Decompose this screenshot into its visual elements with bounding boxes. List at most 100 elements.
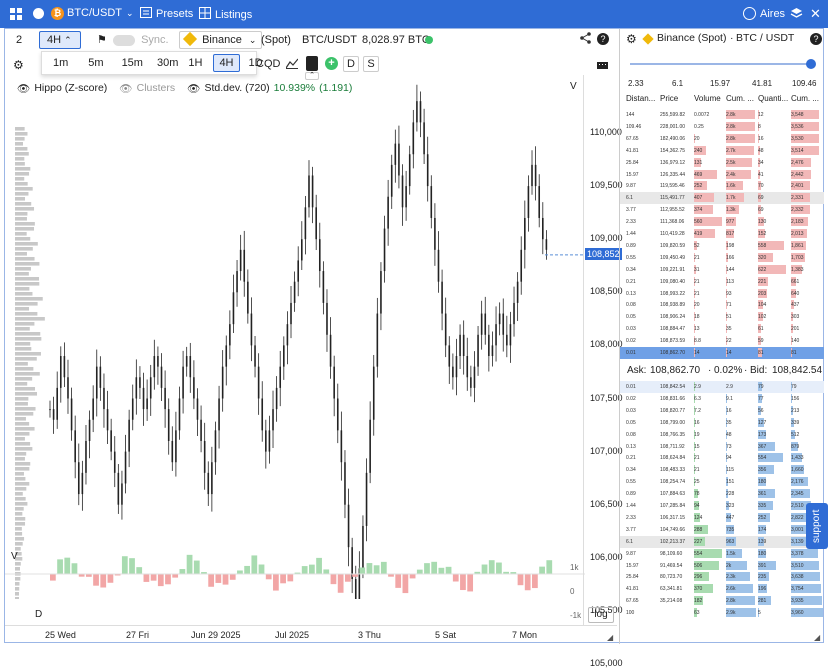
- col-header-quantity[interactable]: Quanti...: [758, 94, 788, 103]
- depth-slider[interactable]: [630, 59, 816, 69]
- bid-row[interactable]: 0.34108,483.33211153561,660: [620, 464, 824, 476]
- timeframe-option-5m[interactable]: 5m: [83, 55, 108, 71]
- timeframe-option-1d[interactable]: 1D: [244, 55, 268, 71]
- close-icon[interactable]: ✕: [810, 6, 821, 22]
- bid-row[interactable]: 0.01108,842.542.92.97979: [620, 381, 824, 393]
- bid-row[interactable]: 0.89107,884.63782283612,345: [620, 488, 824, 500]
- add-indicator-icon[interactable]: +: [325, 57, 338, 70]
- line-chart-icon[interactable]: [286, 58, 298, 72]
- ob-cell: 2.9: [694, 384, 701, 390]
- price-chart[interactable]: [5, 75, 585, 599]
- document-icon[interactable]: [306, 56, 318, 71]
- ask-row[interactable]: 0.08108,938.892071104437: [620, 299, 824, 311]
- user-account-button[interactable]: Aires: [743, 7, 785, 20]
- timeframe-option-1h[interactable]: 1H: [183, 55, 207, 71]
- candle-body: [107, 409, 109, 430]
- ask-row[interactable]: 0.89109,820.59521985581,861: [620, 240, 824, 252]
- s-button[interactable]: S: [363, 56, 379, 72]
- ask-row[interactable]: 0.02108,873.598.82259140: [620, 335, 824, 347]
- bid-row[interactable]: 15.9791,469.545062k3913,510: [620, 560, 824, 572]
- listings-button[interactable]: Listings: [199, 7, 252, 22]
- slider-thumb[interactable]: [806, 59, 816, 69]
- scale-label: 41.81: [752, 79, 772, 88]
- ask-row[interactable]: 67.65182,490.06202.8k163,530: [620, 133, 824, 145]
- bid-row[interactable]: 100632.9k53,960: [620, 607, 824, 619]
- ask-row[interactable]: 15.97126,335.444692.4k412,442: [620, 169, 824, 181]
- bid-row[interactable]: 3.77104,749.662887351743,001: [620, 524, 824, 536]
- bid-row[interactable]: 2.33106,317.151244472522,822: [620, 512, 824, 524]
- ob-cell: 554: [758, 455, 766, 461]
- bid-row[interactable]: 0.02108,831.666.39.177156: [620, 393, 824, 405]
- bid-row[interactable]: 67.6535,214.081822.8k2813,935: [620, 595, 824, 607]
- bid-row[interactable]: 9.8798,109.605541.5k1803,378: [620, 548, 824, 560]
- resize-handle-icon[interactable]: ◢: [814, 633, 820, 642]
- layers-icon[interactable]: [790, 7, 803, 23]
- ob-cell: 221: [758, 279, 766, 285]
- timeframe-dropdown[interactable]: 4H ⌃: [39, 31, 81, 49]
- layout-number[interactable]: 2: [16, 32, 22, 48]
- ask-row[interactable]: 0.55109,450.49211663201,703: [620, 252, 824, 264]
- bid-row[interactable]: 25.8480,723.702962.3k2353,638: [620, 571, 824, 583]
- sync-toggle[interactable]: Sync.: [113, 32, 169, 48]
- candle-body: [312, 175, 314, 207]
- ask-row[interactable]: 144255,599.820.00722.8k123,548: [620, 109, 824, 121]
- ob-cell: 2,332: [791, 207, 804, 213]
- ask-row[interactable]: 0.05108,906.241851102303: [620, 311, 824, 323]
- volume-profile-bar: [15, 332, 40, 336]
- bid-row[interactable]: 41.8163,341.813702.6k1963,754: [620, 583, 824, 595]
- bid-row[interactable]: 0.55108,254.74251511802,176: [620, 476, 824, 488]
- keyboard-icon[interactable]: [597, 60, 608, 72]
- settings-gear-icon[interactable]: ⚙: [626, 32, 637, 46]
- ask-row[interactable]: 1.44110,419.284198171522,013: [620, 228, 824, 240]
- exchange-selector[interactable]: Binance ⌄: [179, 31, 262, 49]
- volume-profile-bar: [15, 417, 26, 421]
- bid-row[interactable]: 0.13108,711.921573367879: [620, 441, 824, 453]
- price-axis[interactable]: V 110,000109,500109,000108,500108,000107…: [583, 75, 617, 625]
- col-header-cum-volume[interactable]: Cum. ...: [726, 94, 754, 103]
- bid-row[interactable]: 0.03108,820.777.21656213: [620, 405, 824, 417]
- ask-row[interactable]: 0.03108,884.47133561201: [620, 323, 824, 335]
- timeframe-option-30m[interactable]: 30m: [152, 55, 183, 71]
- ask-row[interactable]: 0.13108,993.222193203640: [620, 288, 824, 300]
- volume-profile-bar: [15, 472, 24, 476]
- bid-row[interactable]: 6.1102,213.372279631393,139: [620, 536, 824, 548]
- ask-row[interactable]: 3.77112,955.523741.3k692,332: [620, 204, 824, 216]
- bid-row[interactable]: 0.08108,766.351948173512: [620, 429, 824, 441]
- bid-row[interactable]: 1.44107,285.84943233352,510: [620, 500, 824, 512]
- ask-row[interactable]: 2.33111,368.065609771302,183: [620, 216, 824, 228]
- resize-handle-icon[interactable]: ◢: [607, 633, 613, 642]
- time-axis[interactable]: 25 Wed27 FriJun 29 2025Jul 20253 Thu5 Sa…: [5, 625, 617, 643]
- ob-cell: 374: [694, 207, 702, 213]
- log-scale-button[interactable]: log: [588, 607, 614, 623]
- presets-button[interactable]: Presets: [140, 7, 193, 21]
- share-icon[interactable]: [580, 32, 591, 48]
- col-header-distance[interactable]: Distan...: [626, 94, 655, 103]
- grid-menu-icon[interactable]: [10, 8, 22, 20]
- col-header-volume[interactable]: Volume: [694, 94, 721, 103]
- timeframe-option-15m[interactable]: 15m: [117, 55, 148, 71]
- candle-body: [333, 367, 335, 399]
- col-header-price[interactable]: Price: [660, 94, 678, 103]
- ask-row[interactable]: 41.81154,362.752402.7k483,514: [620, 145, 824, 157]
- volume-bar-positive: [546, 560, 552, 574]
- bid-row[interactable]: 0.21108,624.8421945541,433: [620, 452, 824, 464]
- ask-row[interactable]: 0.21109,080.4021113221661: [620, 276, 824, 288]
- ask-row[interactable]: 25.84136,979.121312.5k342,476: [620, 157, 824, 169]
- volume-profile-bar: [15, 257, 35, 261]
- ask-row[interactable]: 0.01108,862.7014148181: [620, 347, 824, 359]
- col-header-cum-quantity[interactable]: Cum. ...: [791, 94, 819, 103]
- timeframe-option-4h[interactable]: 4H: [213, 54, 239, 72]
- help-icon[interactable]: ?: [597, 33, 609, 45]
- ask-row[interactable]: 109.46228,001.000.252.8k83,536: [620, 121, 824, 133]
- symbol-selector[interactable]: BTC/USDT ⌄: [67, 7, 134, 19]
- flag-icon[interactable]: ⚑: [97, 32, 107, 48]
- ask-row[interactable]: 9.87119,595.462521.6k702,401: [620, 180, 824, 192]
- settings-gear-icon[interactable]: ⚙: [13, 58, 24, 72]
- help-icon[interactable]: ?: [810, 33, 822, 45]
- ask-row[interactable]: 0.34109,221.91311446221,383: [620, 264, 824, 276]
- timeframe-option-1m[interactable]: 1m: [48, 55, 73, 71]
- support-tab[interactable]: support: [806, 503, 828, 549]
- ask-row[interactable]: 6.1115,491.774071.7k692,331: [620, 192, 824, 204]
- bid-row[interactable]: 0.05108,799.001635127339: [620, 417, 824, 429]
- d-button[interactable]: D: [343, 56, 359, 72]
